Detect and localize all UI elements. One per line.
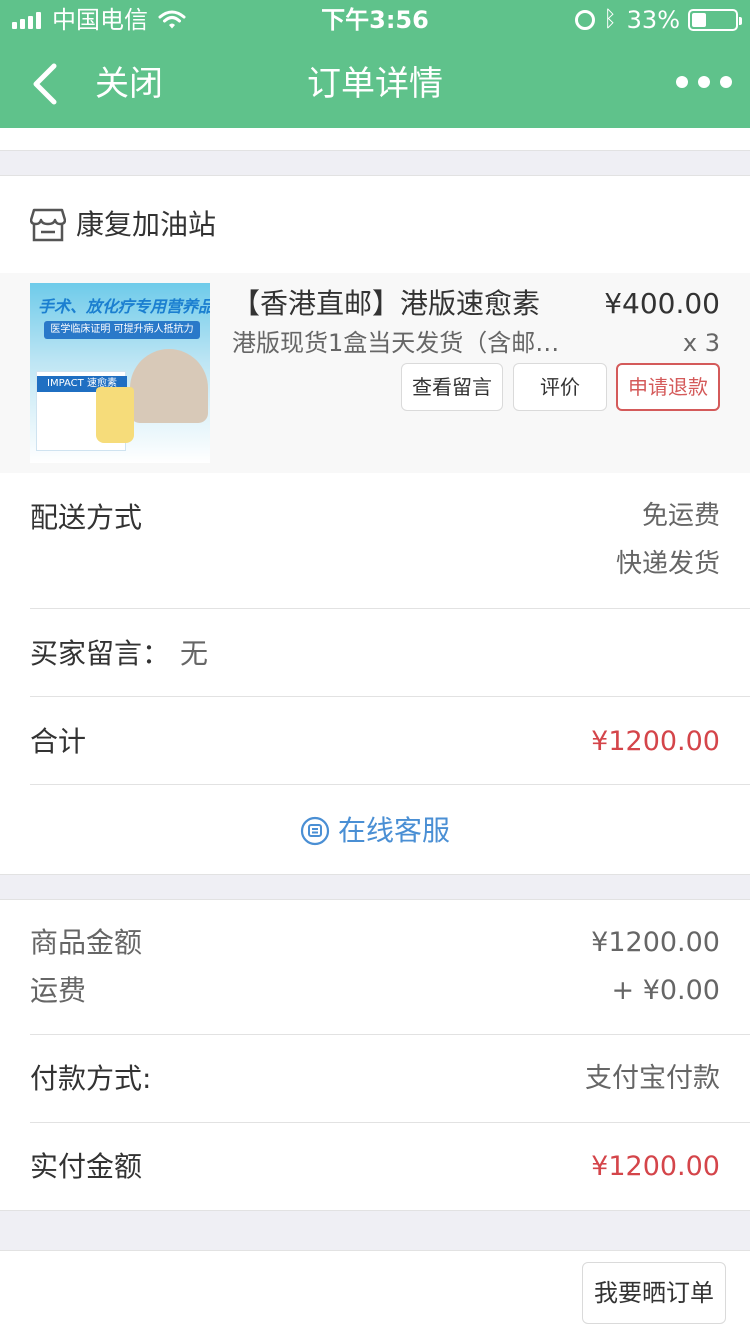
review-button[interactable]: 评价 [513, 363, 607, 411]
payment-method-value: 支付宝付款 [585, 1063, 720, 1094]
divider [0, 1210, 750, 1211]
product-image[interactable]: 手术、放化疗专用营养品 医学临床证明 可提升病人抵抗力 IMPACT 速愈素 [30, 283, 210, 463]
request-refund-button[interactable]: 申请退款 [616, 363, 720, 411]
store-icon [30, 208, 66, 242]
divider [0, 899, 750, 900]
paid-amount-value: ¥1200.00 [591, 1151, 720, 1182]
image-banner-text: 手术、放化疗专用营养品 [38, 297, 210, 316]
product-quantity: x 3 [682, 329, 720, 357]
navigation-bar: 关闭 订单详情 [0, 40, 750, 128]
divider [30, 1122, 750, 1123]
product-price: ¥400.00 [604, 287, 720, 320]
status-bar: 中国电信 下午3:56 ᛒ 33% [0, 0, 750, 40]
divider [30, 696, 750, 697]
top-bar: 中国电信 下午3:56 ᛒ 33% 关闭 订单详情 [0, 0, 750, 128]
product-name[interactable]: 【香港直邮】港版速愈素 [232, 284, 540, 324]
total-label: 合计 [30, 725, 87, 758]
view-message-button[interactable]: 查看留言 [401, 363, 503, 411]
page-title: 订单详情 [307, 64, 443, 104]
online-service-label: 在线客服 [337, 814, 450, 847]
more-dots-icon[interactable] [666, 76, 732, 88]
divider [30, 1034, 750, 1035]
divider [30, 784, 750, 785]
show-order-button[interactable]: 我要晒订单 [582, 1262, 726, 1324]
freight-value: + ¥0.00 [611, 975, 720, 1006]
chat-bubble-icon [300, 816, 330, 846]
bluetooth-icon: ᛒ [603, 7, 617, 32]
top-strip [0, 128, 750, 150]
divider [30, 608, 750, 609]
image-subtitle-text: 医学临床证明 可提升病人抵抗力 [44, 321, 200, 339]
goods-amount-label: 商品金额 [30, 926, 143, 959]
battery-icon [688, 9, 742, 31]
divider [0, 150, 750, 151]
divider [0, 874, 750, 875]
online-service-link[interactable]: 在线客服 [0, 811, 750, 857]
divider [0, 175, 750, 176]
paid-amount-label: 实付金额 [30, 1150, 143, 1183]
buyer-message-label: 买家留言： [30, 637, 171, 670]
freight-label: 运费 [30, 974, 87, 1007]
goods-amount-value: ¥1200.00 [591, 927, 720, 958]
shop-name[interactable]: 康复加油站 [76, 204, 216, 246]
delivery-method-value: 快递发货 [615, 549, 720, 579]
elderly-couple-illustration [130, 349, 208, 423]
product-description: 港版现货1盒当天发货（含邮… [232, 329, 560, 357]
buyer-message-value: 无 [180, 637, 209, 670]
shipping-fee-value: 免运费 [641, 501, 720, 531]
battery-percent: 33% [626, 6, 680, 34]
payment-method-label: 付款方式: [30, 1062, 152, 1095]
divider [0, 1250, 750, 1251]
alarm-icon [575, 10, 596, 30]
total-value: ¥1200.00 [591, 726, 720, 757]
delivery-label: 配送方式 [30, 501, 143, 534]
drink-glass-illustration [96, 387, 134, 443]
